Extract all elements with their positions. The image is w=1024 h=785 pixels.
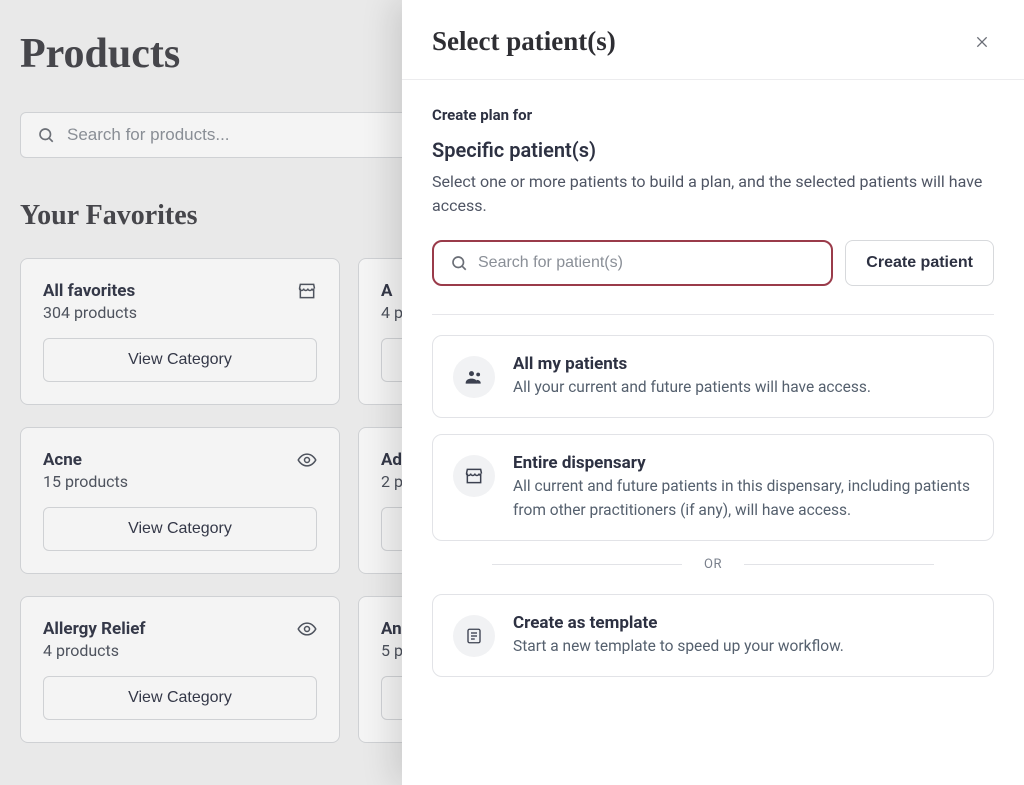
create-patient-button[interactable]: Create patient <box>845 240 994 286</box>
option-title: All my patients <box>513 354 871 374</box>
option-desc: All your current and future patients wil… <box>513 376 871 399</box>
option-title: Entire dispensary <box>513 453 973 473</box>
specific-patients-heading: Specific patient(s) <box>432 138 994 162</box>
patient-search[interactable] <box>432 240 833 286</box>
panel-header: Select patient(s) <box>402 0 1024 80</box>
close-button[interactable] <box>970 30 994 54</box>
or-label: OR <box>704 557 722 572</box>
panel-title: Select patient(s) <box>432 26 616 57</box>
create-for-label: Create plan for <box>432 106 994 124</box>
store-icon <box>453 455 495 497</box>
option-title: Create as template <box>513 613 844 633</box>
specific-patients-desc: Select one or more patients to build a p… <box>432 170 994 218</box>
patient-search-input[interactable] <box>478 254 815 272</box>
divider-line <box>492 564 682 565</box>
select-patients-panel: Select patient(s) Create plan for Specif… <box>402 0 1024 785</box>
divider <box>432 314 994 315</box>
people-icon <box>453 356 495 398</box>
close-icon <box>974 34 990 50</box>
option-entire-dispensary[interactable]: Entire dispensary All current and future… <box>432 434 994 541</box>
option-desc: Start a new template to speed up your wo… <box>513 635 844 658</box>
option-desc: All current and future patients in this … <box>513 475 973 522</box>
template-icon <box>453 615 495 657</box>
search-icon <box>450 254 468 272</box>
or-separator: OR <box>492 557 934 572</box>
option-create-template[interactable]: Create as template Start a new template … <box>432 594 994 677</box>
panel-body: Create plan for Specific patient(s) Sele… <box>402 80 1024 785</box>
option-all-my-patients[interactable]: All my patients All your current and fut… <box>432 335 994 418</box>
patient-search-row: Create patient <box>432 240 994 286</box>
divider-line <box>744 564 934 565</box>
